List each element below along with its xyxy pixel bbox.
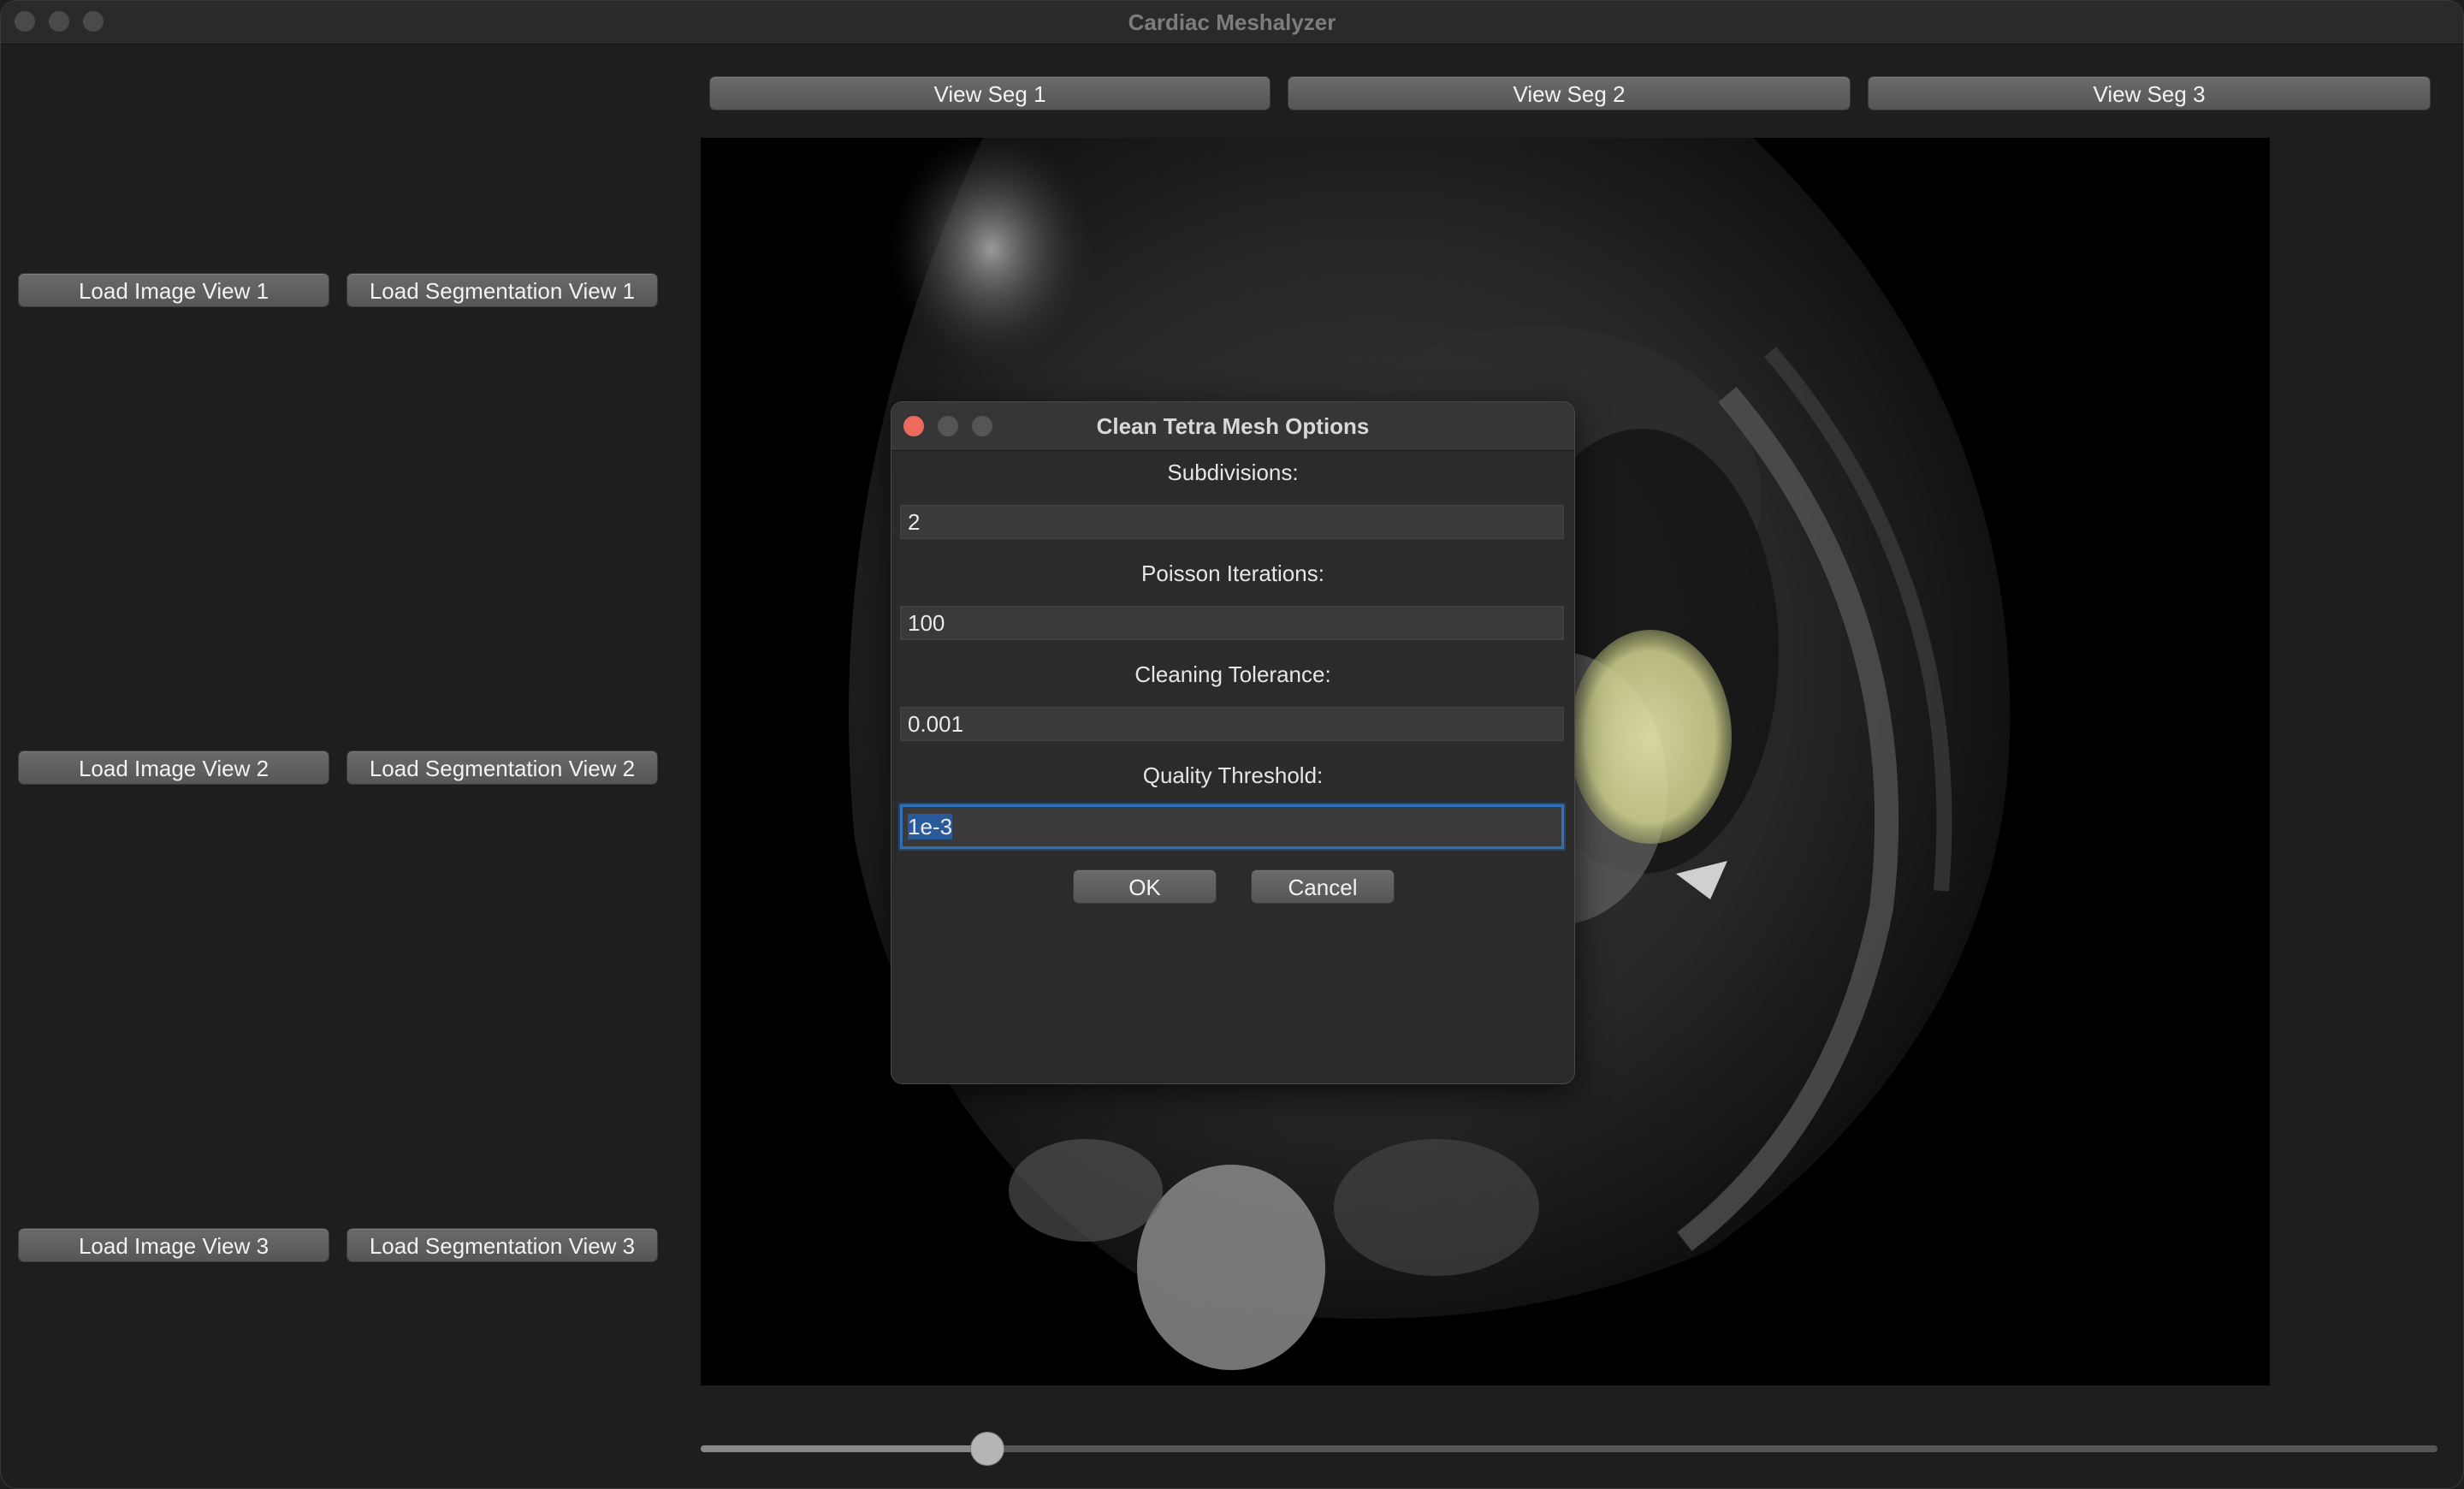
window-title: Cardiac Meshalyzer	[1128, 9, 1336, 35]
cancel-button[interactable]: Cancel	[1251, 869, 1395, 904]
main-window: Cardiac Meshalyzer View Seg 1 View Seg 2…	[0, 0, 2464, 1489]
quality-threshold-label: Quality Threshold:	[1142, 762, 1324, 788]
quality-threshold-input[interactable]: 1e-3	[900, 804, 1564, 849]
dialog-title: Clean Tetra Mesh Options	[1096, 413, 1370, 439]
load-segmentation-view-3-button[interactable]: Load Segmentation View 3	[346, 1228, 658, 1262]
slice-slider-fill	[701, 1445, 987, 1452]
slice-slider[interactable]	[701, 1432, 2437, 1466]
subdivisions-input[interactable]: 2	[900, 505, 1564, 539]
title-bar: Cardiac Meshalyzer	[1, 1, 2463, 44]
load-image-view-1-button[interactable]: Load Image View 1	[18, 273, 329, 307]
load-segmentation-view-2-button[interactable]: Load Segmentation View 2	[346, 750, 658, 785]
ok-button[interactable]: OK	[1073, 869, 1217, 904]
subdivisions-label: Subdivisions:	[1167, 460, 1299, 485]
load-image-view-3-button[interactable]: Load Image View 3	[18, 1228, 329, 1262]
dialog-title-bar: Clean Tetra Mesh Options	[891, 402, 1574, 451]
quality-threshold-value: 1e-3	[908, 814, 953, 839]
clean-tetra-mesh-options-dialog: Clean Tetra Mesh Options Subdivisions: 2…	[891, 401, 1575, 1084]
view-seg-2-button[interactable]: View Seg 2	[1288, 76, 1851, 110]
cleaning-tolerance-label: Cleaning Tolerance:	[1134, 661, 1331, 687]
poisson-iterations-input[interactable]: 100	[900, 606, 1564, 640]
poisson-iterations-label: Poisson Iterations:	[1141, 561, 1324, 586]
view-seg-3-button[interactable]: View Seg 3	[1868, 76, 2431, 110]
slice-slider-thumb[interactable]	[969, 1432, 1004, 1466]
load-segmentation-view-1-button[interactable]: Load Segmentation View 1	[346, 273, 658, 307]
view-seg-1-button[interactable]: View Seg 1	[709, 76, 1270, 110]
segmentation-overlay	[1569, 630, 1732, 844]
cleaning-tolerance-input[interactable]: 0.001	[900, 707, 1564, 741]
load-image-view-2-button[interactable]: Load Image View 2	[18, 750, 329, 785]
